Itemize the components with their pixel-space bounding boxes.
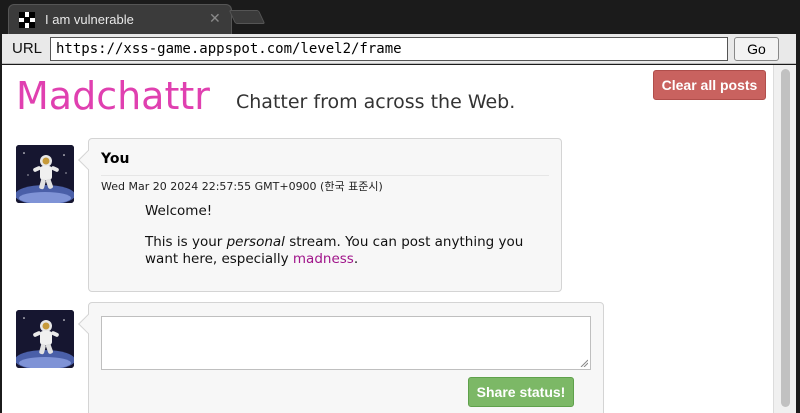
address-toolbar: URL Go xyxy=(2,34,796,64)
madness-text: madness xyxy=(292,251,354,267)
clear-all-posts-button[interactable]: Clear all posts xyxy=(653,70,766,100)
post-greeting: Welcome! xyxy=(145,203,213,219)
post-body: Welcome! This is your personal stream. Y… xyxy=(145,203,525,282)
share-status-button[interactable]: Share status! xyxy=(468,377,574,407)
tab-title: I am vulnerable xyxy=(45,12,134,27)
post-card: You Wed Mar 20 2024 22:57:55 GMT+0900 (한… xyxy=(78,138,562,292)
logo-text: Madchattr xyxy=(16,74,210,118)
tab-strip: I am vulnerable ✕ xyxy=(0,0,800,34)
page-content: Madchattr Chatter from across the Web. C… xyxy=(2,65,773,413)
url-label: URL xyxy=(12,40,43,57)
post-pointer xyxy=(78,150,98,170)
post-text-end: . xyxy=(353,251,359,267)
go-button[interactable]: Go xyxy=(734,37,779,61)
post-text-1: This is your xyxy=(145,234,227,250)
astronaut-icon xyxy=(16,310,74,368)
close-tab-icon[interactable]: ✕ xyxy=(209,11,221,27)
post-timestamp: Wed Mar 20 2024 22:57:55 GMT+0900 (한국 표준… xyxy=(101,180,383,193)
post-date: Wed Mar 20 2024 22:57:55 GMT+0900 (한국 표준… xyxy=(101,175,549,193)
browser-window: I am vulnerable ✕ URL Go Madchattr Chatt… xyxy=(0,0,800,413)
status-textarea[interactable] xyxy=(101,316,591,370)
post-author: You xyxy=(101,151,130,167)
page-scrollbar[interactable] xyxy=(773,65,796,413)
compose-card: Share status! xyxy=(78,302,604,413)
compose-pointer xyxy=(78,314,98,334)
post-message: This is your personal stream. You can po… xyxy=(145,234,525,268)
new-tab-button[interactable] xyxy=(228,10,266,24)
avatar xyxy=(16,310,74,368)
resize-grip-icon[interactable] xyxy=(580,359,588,367)
url-input[interactable] xyxy=(50,37,728,61)
scroll-thumb[interactable] xyxy=(781,69,790,407)
avatar xyxy=(16,145,74,203)
browser-tab[interactable]: I am vulnerable ✕ xyxy=(8,4,232,34)
madchattr-logo: Madchattr xyxy=(16,74,210,118)
tagline: Chatter from across the Web. xyxy=(236,91,516,113)
post-emphasis: personal xyxy=(226,234,285,250)
astronaut-icon xyxy=(16,145,74,203)
xss-favicon-icon xyxy=(19,12,35,28)
